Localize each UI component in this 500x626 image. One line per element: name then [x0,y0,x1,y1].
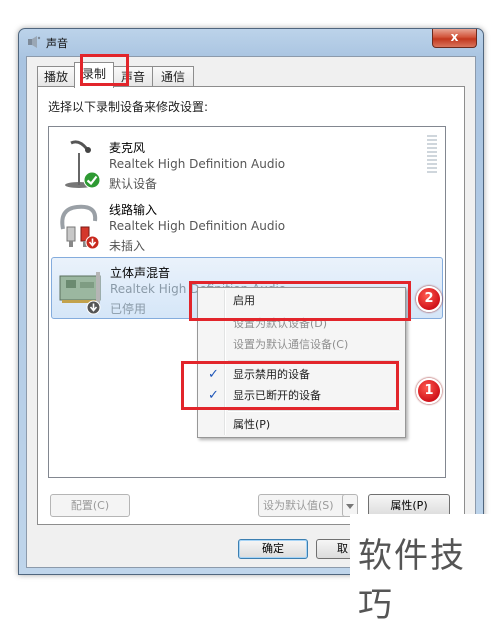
step-marker-2: 2 [416,286,442,312]
device-item-line-in[interactable]: 线路输入 Realtek High Definition Audio 未插入 [51,195,441,255]
menu-item-label: 设置为默认通信设备(C) [233,338,349,351]
set-default-button[interactable]: 设为默认值(S) [258,494,348,517]
menu-item-properties[interactable]: 属性(P) [200,414,401,435]
menu-item-set-default-comm: 设置为默认通信设备(C) [200,334,401,355]
tab-communications[interactable]: 通信 [152,66,194,87]
watermark: 软件技巧 [350,514,500,625]
title-bar[interactable]: 声音 x [19,29,483,55]
device-driver: Realtek High Definition Audio [109,219,286,233]
device-status: 未插入 [109,239,146,253]
level-meter [427,135,437,175]
device-status: 默认设备 [109,177,158,191]
disabled-badge-icon [86,300,101,315]
device-item-microphone[interactable]: 麦克风 Realtek High Definition Audio 默认设备 [51,133,441,193]
highlight-enable-item [189,281,411,321]
close-button[interactable]: x [432,29,477,48]
menu-separator [228,410,400,412]
menu-item-label: 属性(P) [233,418,271,431]
device-name: 线路输入 [109,203,158,217]
configure-button[interactable]: 配置(C) [50,494,130,517]
watermark-text: 软件技巧 [358,536,466,625]
device-name: 立体声混音 [110,266,171,280]
step-marker-1: 1 [416,378,442,404]
default-check-badge-icon [83,171,101,189]
window-title: 声音 [46,37,68,50]
ok-button[interactable]: 确定 [238,539,308,559]
device-driver: Realtek High Definition Audio [109,157,286,171]
speaker-app-icon [28,36,41,48]
instruction-text: 选择以下录制设备来修改设置: [48,100,209,114]
device-status: 已停用 [110,302,147,316]
tab-playback[interactable]: 播放 [37,66,75,87]
unplugged-badge-icon [85,235,100,250]
device-name: 麦克风 [109,141,146,155]
highlight-recording-tab [80,54,129,86]
chevron-down-icon [346,504,354,509]
highlight-show-options [181,361,399,410]
